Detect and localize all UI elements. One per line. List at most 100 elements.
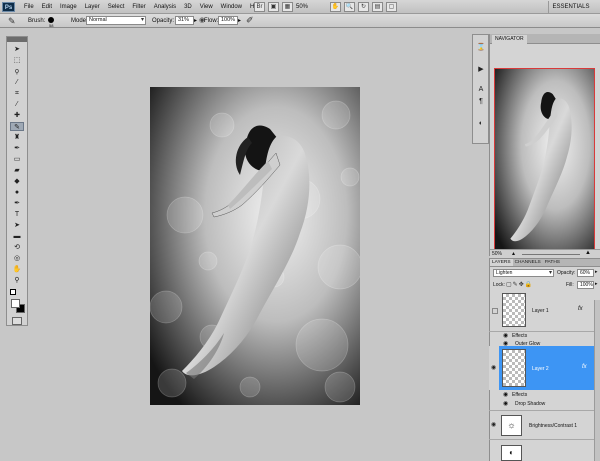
pen-tool-icon[interactable]: ✒ xyxy=(10,199,24,208)
zoom-icon[interactable]: 🔍 xyxy=(344,2,355,12)
layer-1-effects[interactable]: ◉ Effects xyxy=(499,332,594,340)
app-icon-group: Br ▣ ▦ xyxy=(254,2,293,12)
layer-row-partial[interactable]: ◐ xyxy=(489,441,594,461)
menu-filter[interactable]: Filter xyxy=(128,0,149,14)
history-brush-tool-icon[interactable]: ✒ xyxy=(10,144,24,153)
layer-opacity-dropdown-icon[interactable]: ▸ xyxy=(595,269,598,275)
adjustments-panel-icon[interactable]: ◐ xyxy=(476,119,486,128)
effects-eye-icon[interactable]: ◉ xyxy=(503,391,508,398)
marquee-tool-icon[interactable]: ⬚ xyxy=(10,56,24,65)
layer-opacity-field[interactable]: 60% xyxy=(577,269,594,277)
3d-rotate-tool-icon[interactable]: ⟲ xyxy=(10,243,24,252)
layer-name[interactable]: Layer 1 xyxy=(532,308,549,314)
menu-edit[interactable]: Edit xyxy=(38,0,56,14)
layer-2-eye-cell[interactable]: ◉ xyxy=(489,346,499,390)
workspace-switcher[interactable]: ESSENTIALS xyxy=(548,1,593,13)
type-tool-icon[interactable]: T xyxy=(10,210,24,219)
hand-tool-icon[interactable]: ✋ xyxy=(10,265,24,274)
layer-name[interactable]: Brightness/Contrast 1 xyxy=(529,423,577,429)
rotate-view-icon[interactable]: ↻ xyxy=(358,2,369,12)
clone-stamp-tool-icon[interactable]: ♜ xyxy=(10,133,24,142)
layer-row-layer-1[interactable]: Layer 1 fx xyxy=(489,290,594,332)
layer-row-brightness-contrast[interactable]: ◉ ☼ Brightness/Contrast 1 xyxy=(489,410,594,440)
visibility-toggle-off[interactable] xyxy=(492,308,498,314)
zoom-level[interactable]: 50% xyxy=(296,2,324,12)
menu-image[interactable]: Image xyxy=(56,0,81,14)
screen-mode-icon[interactable]: ▢ xyxy=(386,2,397,12)
eyedropper-tool-icon[interactable]: ⁄ xyxy=(10,100,24,109)
tab-paths[interactable]: PATHS xyxy=(543,259,562,266)
menu-file[interactable]: File xyxy=(20,0,38,14)
airbrush-icon[interactable]: ✐ xyxy=(246,15,254,26)
brush-tool-icon[interactable]: ✎ xyxy=(10,122,24,131)
fx-icon[interactable]: fx xyxy=(582,364,587,370)
tab-layers[interactable]: LAYERS xyxy=(490,259,513,266)
lasso-tool-icon[interactable]: ϙ xyxy=(10,67,24,76)
extras-icon[interactable]: ▦ xyxy=(282,2,293,12)
quick-mask-icon[interactable] xyxy=(12,317,22,325)
navigator-thumbnail xyxy=(495,69,594,257)
effects-eye-icon[interactable]: ◉ xyxy=(503,332,508,339)
layer-opacity-label: Opacity: xyxy=(557,270,576,276)
menu-analysis[interactable]: Analysis xyxy=(150,0,180,14)
default-colors-icon[interactable] xyxy=(10,289,16,295)
crop-tool-icon[interactable]: ⌗ xyxy=(10,89,24,98)
menu-window[interactable]: Window xyxy=(217,0,246,14)
fill-field[interactable]: 100% xyxy=(577,281,594,289)
fill-label: Fill: xyxy=(566,282,574,288)
flow-label: Flow: xyxy=(204,18,219,24)
navigator-preview[interactable] xyxy=(494,68,595,258)
navigator-zoom-value[interactable]: 50% xyxy=(492,251,502,257)
opacity-field[interactable]: 31% xyxy=(175,16,194,25)
eraser-tool-icon[interactable]: ▭ xyxy=(10,155,24,164)
navigator-tab[interactable]: NAVIGATOR xyxy=(492,35,527,44)
navigator-zoom-slider[interactable] xyxy=(522,254,580,255)
layer-row-layer-2[interactable]: Layer 2 fx xyxy=(499,346,600,390)
character-panel-icon[interactable]: A xyxy=(476,85,486,94)
foreground-color-swatch[interactable] xyxy=(11,299,20,308)
brush-tool-icon[interactable]: ✎ xyxy=(8,15,16,27)
effect-eye-icon[interactable]: ◉ xyxy=(503,400,508,407)
zoom-tool-icon[interactable]: ⚲ xyxy=(10,276,24,285)
gradient-tool-icon[interactable]: ▰ xyxy=(10,166,24,175)
tab-channels[interactable]: CHANNELS xyxy=(513,259,543,266)
flow-field[interactable]: 100% xyxy=(218,16,238,25)
fx-icon[interactable]: fx xyxy=(578,306,583,312)
zoom-out-icon[interactable]: ▴ xyxy=(512,250,515,257)
paragraph-panel-icon[interactable]: ¶ xyxy=(476,97,486,106)
history-panel-icon[interactable]: ⌛ xyxy=(476,43,486,52)
layer-2-drop-shadow[interactable]: ◉ Drop Shadow xyxy=(499,399,594,408)
menu-select[interactable]: Select xyxy=(104,0,129,14)
flow-dropdown-icon[interactable]: ▸ xyxy=(238,17,241,24)
menu-layer[interactable]: Layer xyxy=(81,0,104,14)
document-canvas[interactable] xyxy=(150,87,360,405)
bridge-icon[interactable]: Br xyxy=(254,2,265,12)
photoshop-logo: Ps xyxy=(2,2,15,12)
lock-icons[interactable]: ▢✎✥🔒 xyxy=(506,281,533,288)
arrange-documents-icon[interactable]: ▤ xyxy=(372,2,383,12)
blend-mode-select[interactable]: Lighten xyxy=(493,269,554,277)
visibility-eye-icon[interactable]: ◉ xyxy=(491,421,496,428)
minibridge-icon[interactable]: ▣ xyxy=(268,2,279,12)
magic-wand-tool-icon[interactable]: ⁄ xyxy=(10,78,24,87)
zoom-in-icon[interactable]: ▲ xyxy=(585,250,591,256)
path-selection-tool-icon[interactable]: ➤ xyxy=(10,221,24,230)
layers-scrollbar[interactable] xyxy=(594,300,600,461)
visibility-eye-icon[interactable]: ◉ xyxy=(491,364,496,371)
fill-dropdown-icon[interactable]: ▸ xyxy=(595,281,598,287)
blur-tool-icon[interactable]: ◆ xyxy=(10,177,24,186)
3d-orbit-tool-icon[interactable]: ◎ xyxy=(10,254,24,263)
shape-tool-icon[interactable]: ▬ xyxy=(10,232,24,241)
opacity-dropdown-icon[interactable]: ▸ xyxy=(194,17,197,24)
healing-tool-icon[interactable]: ✚ xyxy=(10,111,24,120)
mode-select[interactable]: Normal xyxy=(86,16,146,25)
dodge-tool-icon[interactable]: ● xyxy=(10,188,24,197)
hand-icon[interactable]: ✋ xyxy=(330,2,341,12)
layer-name[interactable]: Layer 2 xyxy=(532,366,549,372)
actions-panel-icon[interactable]: ▶ xyxy=(476,65,486,74)
menu-3d[interactable]: 3D xyxy=(180,0,196,14)
menu-view[interactable]: View xyxy=(196,0,217,14)
tools-panel-header[interactable] xyxy=(7,37,27,42)
layer-2-effects[interactable]: ◉ Effects xyxy=(499,390,594,399)
move-tool-icon[interactable]: ➤ xyxy=(10,45,24,54)
